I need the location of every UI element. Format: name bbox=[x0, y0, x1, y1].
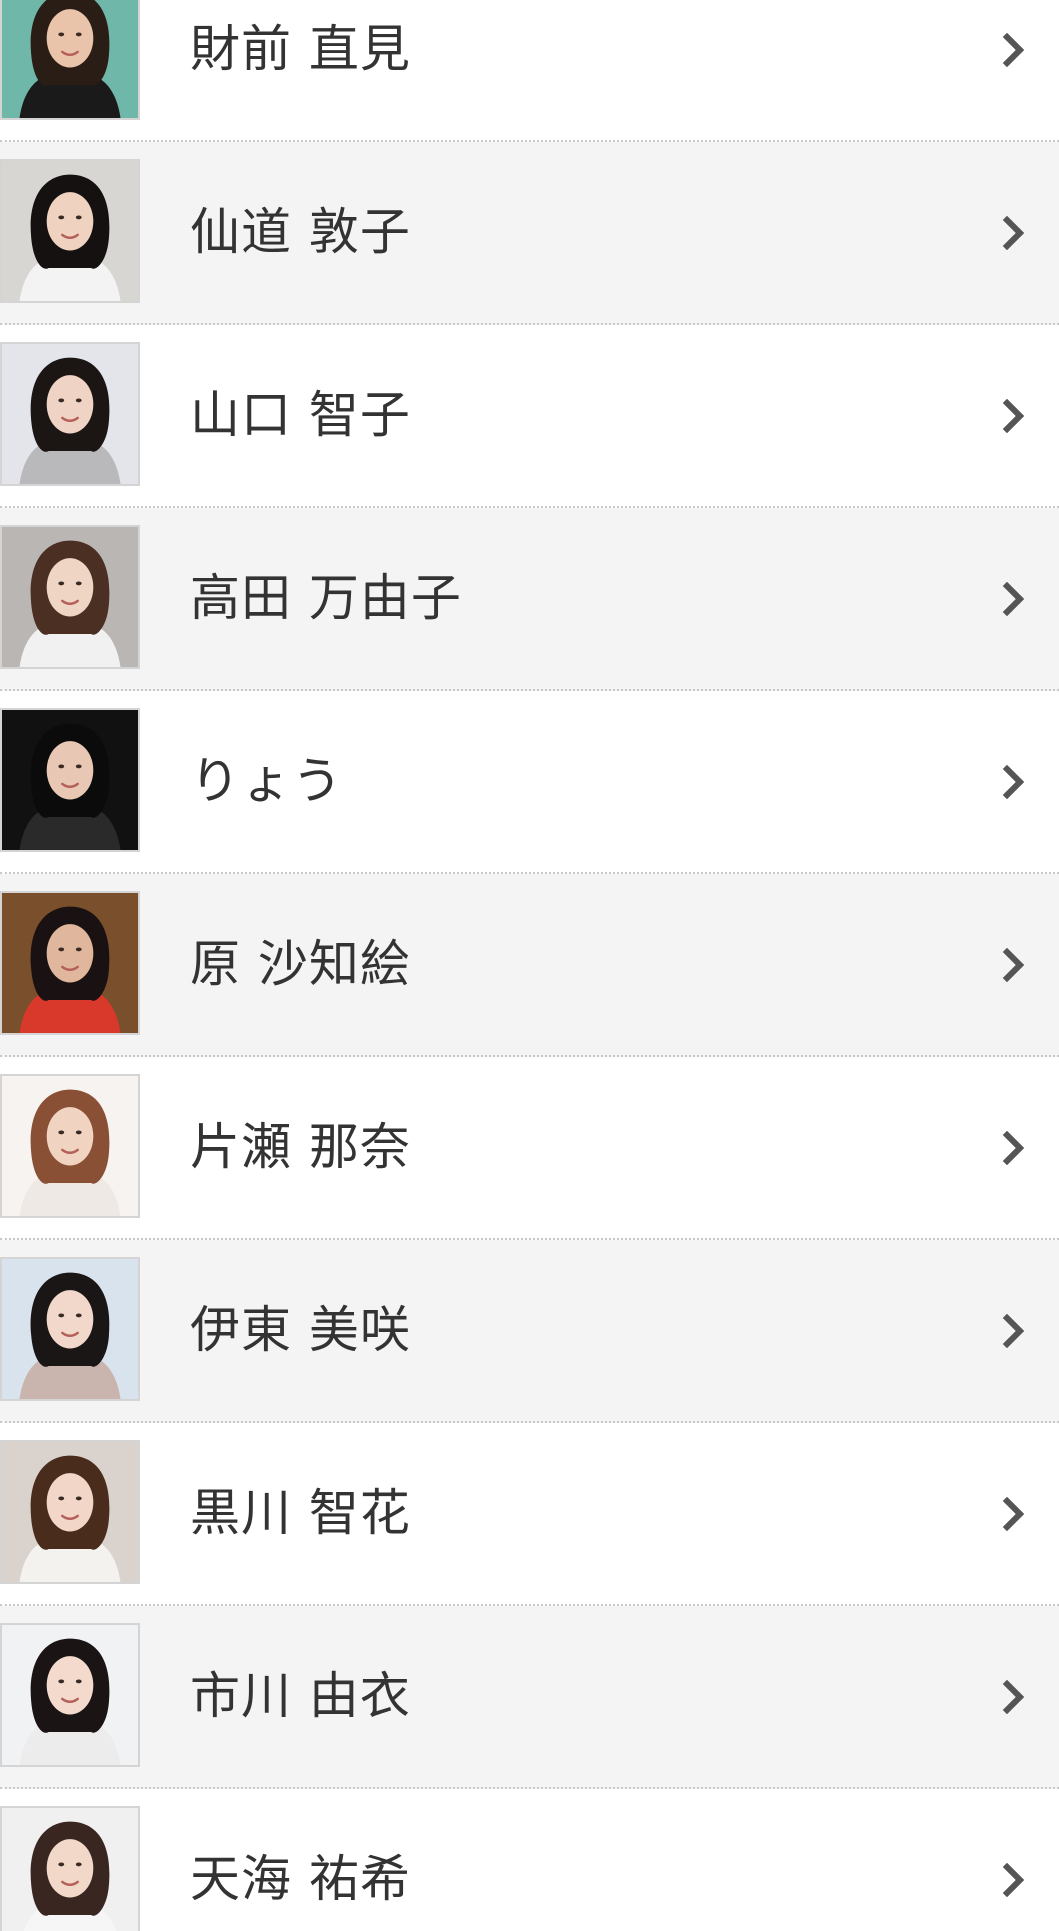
chevron-right-icon bbox=[999, 691, 1029, 872]
portrait-photo bbox=[0, 1257, 140, 1401]
chevron-right-icon bbox=[999, 874, 1029, 1055]
chevron-right-icon bbox=[999, 142, 1029, 323]
portrait-photo bbox=[0, 1074, 140, 1218]
person-name: 原 沙知絵 bbox=[190, 935, 411, 993]
list-item[interactable]: 仙道 敦子 bbox=[0, 142, 1059, 325]
list-item[interactable]: 天海 祐希 bbox=[0, 1789, 1059, 1931]
list-item[interactable]: 片瀬 那奈 bbox=[0, 1057, 1059, 1240]
person-name: 山口 智子 bbox=[190, 386, 411, 444]
portrait-photo bbox=[0, 1806, 140, 1931]
portrait-photo bbox=[0, 1623, 140, 1767]
list-item[interactable]: 黒川 智花 bbox=[0, 1423, 1059, 1606]
list-item[interactable]: 山口 智子 bbox=[0, 325, 1059, 508]
person-name: 伊東 美咲 bbox=[190, 1301, 411, 1359]
list-item[interactable]: りょう bbox=[0, 691, 1059, 874]
chevron-right-icon bbox=[999, 1240, 1029, 1421]
chevron-right-icon bbox=[999, 0, 1029, 140]
person-name: 財前 直見 bbox=[190, 20, 411, 78]
person-name: 市川 由衣 bbox=[190, 1667, 411, 1725]
chevron-right-icon bbox=[999, 1606, 1029, 1787]
portrait-illustration bbox=[2, 1259, 138, 1399]
person-name: 高田 万由子 bbox=[190, 569, 462, 627]
chevron-right-icon bbox=[999, 508, 1029, 689]
person-name: 片瀬 那奈 bbox=[190, 1118, 411, 1176]
portrait-illustration bbox=[2, 1442, 138, 1582]
portrait-photo bbox=[0, 1440, 140, 1584]
person-name: 黒川 智花 bbox=[190, 1484, 411, 1542]
chevron-right-icon bbox=[999, 1057, 1029, 1238]
portrait-illustration bbox=[2, 0, 138, 118]
portrait-photo bbox=[0, 342, 140, 486]
portrait-photo bbox=[0, 159, 140, 303]
portrait-photo bbox=[0, 0, 140, 120]
portrait-illustration bbox=[2, 710, 138, 850]
list-item[interactable]: 伊東 美咲 bbox=[0, 1240, 1059, 1423]
celebrity-list: 財前 直見仙道 敦子山口 智子高田 万由子 りょう原 沙知絵片瀬 那奈伊東 美咲黒… bbox=[0, 0, 1059, 1931]
person-name: 仙道 敦子 bbox=[190, 203, 411, 261]
portrait-illustration bbox=[2, 1076, 138, 1216]
chevron-right-icon bbox=[999, 325, 1029, 506]
person-name: りょう bbox=[190, 752, 343, 810]
portrait-photo bbox=[0, 708, 140, 852]
chevron-right-icon bbox=[999, 1423, 1029, 1604]
list-item[interactable]: 財前 直見 bbox=[0, 0, 1059, 142]
celebrity-list-inner: 財前 直見仙道 敦子山口 智子高田 万由子 りょう原 沙知絵片瀬 那奈伊東 美咲黒… bbox=[0, 0, 1059, 1931]
portrait-photo bbox=[0, 891, 140, 1035]
list-item[interactable]: 市川 由衣 bbox=[0, 1606, 1059, 1789]
portrait-illustration bbox=[2, 893, 138, 1033]
portrait-photo bbox=[0, 525, 140, 669]
portrait-illustration bbox=[2, 527, 138, 667]
portrait-illustration bbox=[2, 1625, 138, 1765]
portrait-illustration bbox=[2, 344, 138, 484]
person-name: 天海 祐希 bbox=[190, 1850, 411, 1908]
portrait-illustration bbox=[2, 1808, 138, 1931]
portrait-illustration bbox=[2, 161, 138, 301]
list-item[interactable]: 高田 万由子 bbox=[0, 508, 1059, 691]
list-item[interactable]: 原 沙知絵 bbox=[0, 874, 1059, 1057]
chevron-right-icon bbox=[999, 1789, 1029, 1931]
